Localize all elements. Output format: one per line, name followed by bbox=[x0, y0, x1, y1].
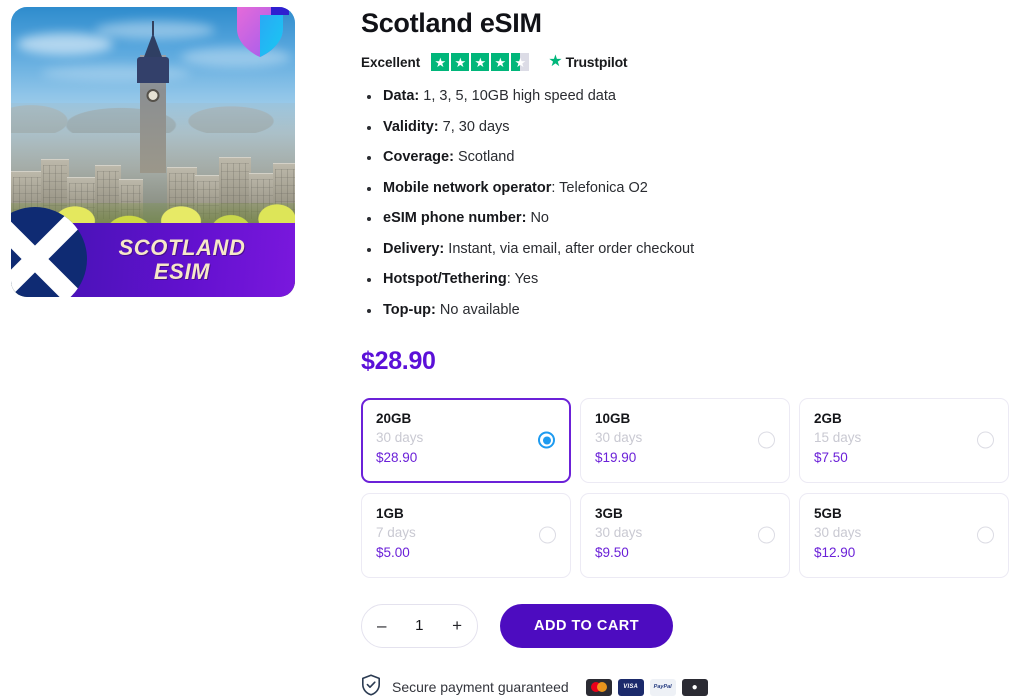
feature-list: Data: 1, 3, 5, 10GB high speed data Vali… bbox=[361, 87, 1016, 321]
star-icon: ★ bbox=[451, 53, 470, 72]
trustpilot-label: Trustpilot bbox=[565, 54, 628, 71]
list-item: Data: 1, 3, 5, 10GB high speed data bbox=[361, 87, 1016, 107]
feature-value: No available bbox=[439, 301, 520, 318]
plan-size: 3GB bbox=[595, 505, 623, 521]
apple-pay-icon: ● bbox=[681, 678, 708, 696]
plan-validity: 30 days bbox=[814, 525, 862, 541]
plan-validity: 15 days bbox=[814, 430, 862, 446]
add-to-cart-button[interactable]: ADD TO CART bbox=[500, 603, 674, 648]
plan-size: 5GB bbox=[814, 505, 842, 521]
plan-price: $12.90 bbox=[814, 544, 856, 560]
plan-validity: 7 days bbox=[376, 525, 416, 541]
banner-line-esim: ESIM bbox=[153, 258, 211, 284]
quantity-stepper[interactable]: – 1 + bbox=[361, 603, 478, 648]
scotland-flag-icon bbox=[11, 207, 87, 297]
plan-radio[interactable] bbox=[758, 431, 775, 449]
visa-icon: VISA bbox=[617, 678, 644, 696]
plan-selector: 20GB 30 days $28.90 10GB 30 days $19.90 … bbox=[361, 397, 1016, 578]
list-item: Hotspot/Tethering: Yes bbox=[361, 270, 1016, 290]
plan-validity: 30 days bbox=[595, 430, 643, 446]
list-item: Mobile network operator: Telefonica O2 bbox=[361, 179, 1016, 199]
plan-radio[interactable] bbox=[539, 526, 556, 544]
trustpilot-brand[interactable]: ★ Trustpilot bbox=[548, 53, 628, 71]
plan-option[interactable]: 5GB 30 days $12.90 bbox=[799, 492, 1009, 578]
feature-value: Instant, via email, after order checkout bbox=[448, 240, 695, 257]
star-icon: ★ bbox=[431, 53, 450, 72]
feature-label: Mobile network operator bbox=[383, 179, 552, 196]
plan-price: $9.50 bbox=[595, 544, 629, 560]
plan-option[interactable]: 1GB 7 days $5.00 bbox=[361, 492, 571, 578]
current-price: $28.90 bbox=[361, 346, 436, 375]
star-icon: ★ bbox=[491, 53, 510, 72]
star-half-icon: ★ bbox=[511, 53, 530, 72]
plan-option[interactable]: 20GB 30 days $28.90 bbox=[361, 397, 571, 483]
feature-label: eSIM phone number: bbox=[383, 210, 527, 227]
trustpilot-star-icon: ★ bbox=[548, 53, 563, 71]
product-page: SCOTLAND ESIM Scotland eSIM Excellent ★ … bbox=[0, 0, 1024, 699]
plan-option[interactable]: 3GB 30 days $9.50 bbox=[580, 492, 790, 578]
increase-quantity-button[interactable]: + bbox=[452, 617, 462, 634]
plan-validity: 30 days bbox=[376, 430, 424, 446]
feature-label: Data: bbox=[383, 88, 420, 105]
plan-radio[interactable] bbox=[977, 431, 994, 449]
product-details: Scotland eSIM Excellent ★ ★ ★ ★ ★ ★ Trus… bbox=[361, 8, 1016, 699]
plan-size: 20GB bbox=[376, 410, 412, 426]
plan-radio[interactable] bbox=[977, 526, 994, 544]
plan-option[interactable]: 10GB 30 days $19.90 bbox=[580, 397, 790, 483]
plan-option[interactable]: 2GB 15 days $7.50 bbox=[799, 397, 1009, 483]
feature-value: 7, 30 days bbox=[442, 118, 510, 135]
mastercard-icon bbox=[585, 678, 612, 696]
star-rating: ★ ★ ★ ★ ★ bbox=[431, 53, 530, 72]
plan-validity: 30 days bbox=[595, 525, 643, 541]
list-item: Validity: 7, 30 days bbox=[361, 118, 1016, 138]
feature-value: No bbox=[530, 210, 549, 227]
shield-check-icon bbox=[361, 673, 381, 699]
trustpilot-rating[interactable]: Excellent ★ ★ ★ ★ ★ ★ Trustpilot bbox=[361, 53, 1016, 72]
feature-label: Delivery: bbox=[383, 240, 445, 257]
purchase-controls: – 1 + ADD TO CART bbox=[361, 603, 1016, 648]
secure-payment-row: Secure payment guaranteed VISA PayPal ● bbox=[361, 673, 1016, 699]
feature-value: : Telefonica O2 bbox=[551, 179, 648, 196]
decrease-quantity-button[interactable]: – bbox=[377, 617, 386, 634]
plan-radio[interactable] bbox=[538, 431, 555, 449]
list-item: Delivery: Instant, via email, after orde… bbox=[361, 240, 1016, 260]
rating-word: Excellent bbox=[361, 54, 421, 70]
plan-size: 2GB bbox=[814, 410, 842, 426]
list-item: Coverage: Scotland bbox=[361, 148, 1016, 168]
cloud bbox=[17, 33, 113, 55]
clock-tower bbox=[137, 21, 169, 173]
paypal-icon: PayPal bbox=[649, 678, 676, 696]
plan-price: $28.90 bbox=[376, 449, 418, 465]
plan-size: 1GB bbox=[376, 505, 404, 521]
payment-methods: VISA PayPal ● bbox=[585, 678, 708, 696]
clock-face bbox=[146, 89, 160, 102]
star-icon: ★ bbox=[471, 53, 490, 72]
feature-value: : Yes bbox=[506, 271, 539, 288]
feature-label: Top-up: bbox=[383, 301, 436, 318]
feature-value: Scotland bbox=[457, 149, 515, 166]
feature-label: Validity: bbox=[383, 118, 439, 135]
page-title: Scotland eSIM bbox=[361, 8, 542, 38]
plan-price: $7.50 bbox=[814, 449, 848, 465]
secure-payment-label: Secure payment guaranteed bbox=[392, 679, 569, 696]
feature-label: Hotspot/Tethering bbox=[383, 271, 507, 288]
product-image[interactable]: SCOTLAND ESIM bbox=[11, 7, 295, 297]
brand-logo-icon bbox=[227, 7, 295, 73]
plan-price: $5.00 bbox=[376, 544, 410, 560]
image-banner: SCOTLAND ESIM bbox=[69, 223, 295, 297]
feature-label: Coverage: bbox=[383, 149, 454, 166]
quantity-value: 1 bbox=[415, 617, 424, 635]
plan-size: 10GB bbox=[595, 410, 631, 426]
list-item: eSIM phone number: No bbox=[361, 209, 1016, 229]
plan-price: $19.90 bbox=[595, 449, 637, 465]
list-item: Top-up: No available bbox=[361, 301, 1016, 321]
banner-line-country: SCOTLAND bbox=[118, 235, 246, 261]
plan-radio[interactable] bbox=[758, 526, 775, 544]
feature-value: 1, 3, 5, 10GB high speed data bbox=[423, 88, 616, 105]
